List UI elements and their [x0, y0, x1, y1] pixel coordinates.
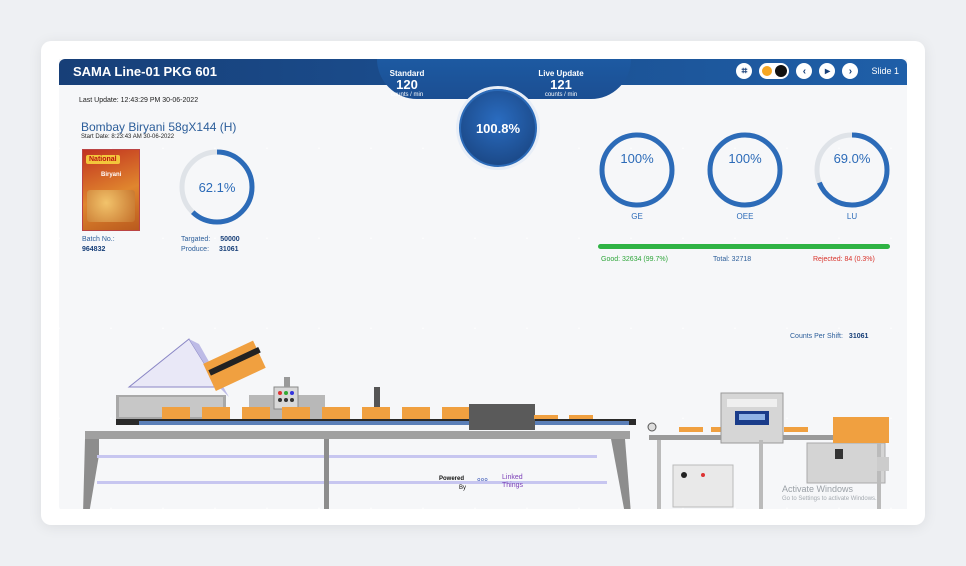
package-name: Biryani: [101, 172, 122, 178]
ge-value: 100%: [620, 151, 654, 166]
production-progress-text: 62.1%: [198, 179, 236, 195]
lu-label: LU: [846, 212, 858, 221]
slide-label: Slide 1: [871, 66, 899, 76]
chevron-left-icon: ‹: [802, 65, 807, 77]
play-button[interactable]: ▸: [819, 63, 836, 79]
fullscreen-exit-icon: ⌗: [741, 65, 748, 77]
header-controls: ⌗ ‹ ▸ › Slide 1: [736, 63, 899, 79]
line-title: SAMA Line-01 PKG 601: [73, 64, 218, 79]
start-date: Start Date: 8:23:43 AM 30-06-2022: [81, 134, 175, 140]
lu-ring: 69.0%: [813, 131, 891, 209]
activate-windows-title: Activate Windows: [782, 484, 854, 494]
targeted-label: Targated:: [181, 236, 211, 243]
moon-icon: [775, 65, 788, 77]
card: SAMA Line-01 PKG 601 ⌗ ‹ ▸ › Slide 1 Sta…: [41, 41, 925, 525]
target-produce-info: Targated: 50000 Produce: 31061: [181, 235, 240, 255]
oee-ring: 100%: [706, 131, 784, 209]
logo-line1: Linked: [502, 474, 523, 481]
standard-rate: Standard 120 counts / min: [362, 69, 452, 98]
package-brand: National: [86, 155, 120, 164]
powered-by: Powered By: [439, 475, 466, 493]
sun-icon: [762, 66, 773, 76]
efficiency-circle: 100.8%: [459, 89, 537, 167]
dashboard: SAMA Line-01 PKG 601 ⌗ ‹ ▸ › Slide 1 Sta…: [59, 59, 907, 509]
live-update-unit: counts / min: [544, 92, 578, 98]
batch-label: Batch No.:: [82, 236, 115, 243]
fullscreen-exit-button[interactable]: ⌗: [736, 63, 753, 79]
ge-label: GE: [631, 212, 643, 221]
by-label: By: [459, 485, 467, 491]
activate-windows-hint: Go to Settings to activate Windows.: [782, 496, 877, 502]
network-icon: ∘∘∘: [476, 474, 489, 484]
live-update-value: 121: [550, 77, 572, 92]
theme-toggle[interactable]: [759, 63, 790, 79]
linked-things-logo: ∘∘∘ Linked Things: [476, 474, 524, 490]
play-icon: ▸: [824, 65, 830, 77]
batch-info: Batch No.: 964832: [82, 235, 115, 255]
live-update-rate: Live Update 121 counts / min: [516, 69, 606, 98]
quality-bar: [598, 244, 890, 249]
product-name: Bombay Biryani 58gX144 (H): [81, 120, 237, 134]
next-slide-button[interactable]: ›: [842, 63, 859, 79]
package-food-photo: [87, 190, 135, 222]
production-progress-ring: 62.1%: [177, 147, 257, 227]
oee-value: 100%: [728, 151, 762, 166]
logo-line2: Things: [502, 482, 524, 489]
chevron-right-icon: ›: [848, 65, 853, 77]
standard-value: 120: [396, 77, 418, 92]
produce-label: Produce:: [181, 246, 210, 253]
oee-label: OEE: [736, 212, 754, 221]
targeted-value: 50000: [220, 236, 240, 243]
standard-unit: counts / min: [390, 92, 424, 98]
powered-label: Powered: [439, 476, 465, 482]
produce-value: 31061: [219, 246, 239, 253]
packaging-line-illustration: [83, 338, 889, 509]
last-update: Last Update: 12:43:29 PM 30-06-2022: [79, 97, 199, 104]
ge-ring: 100%: [598, 131, 676, 209]
product-image: National Biryani: [82, 149, 140, 231]
batch-value: 964832: [82, 246, 106, 253]
lu-value: 69.0%: [833, 151, 871, 166]
prev-slide-button[interactable]: ‹: [796, 63, 813, 79]
